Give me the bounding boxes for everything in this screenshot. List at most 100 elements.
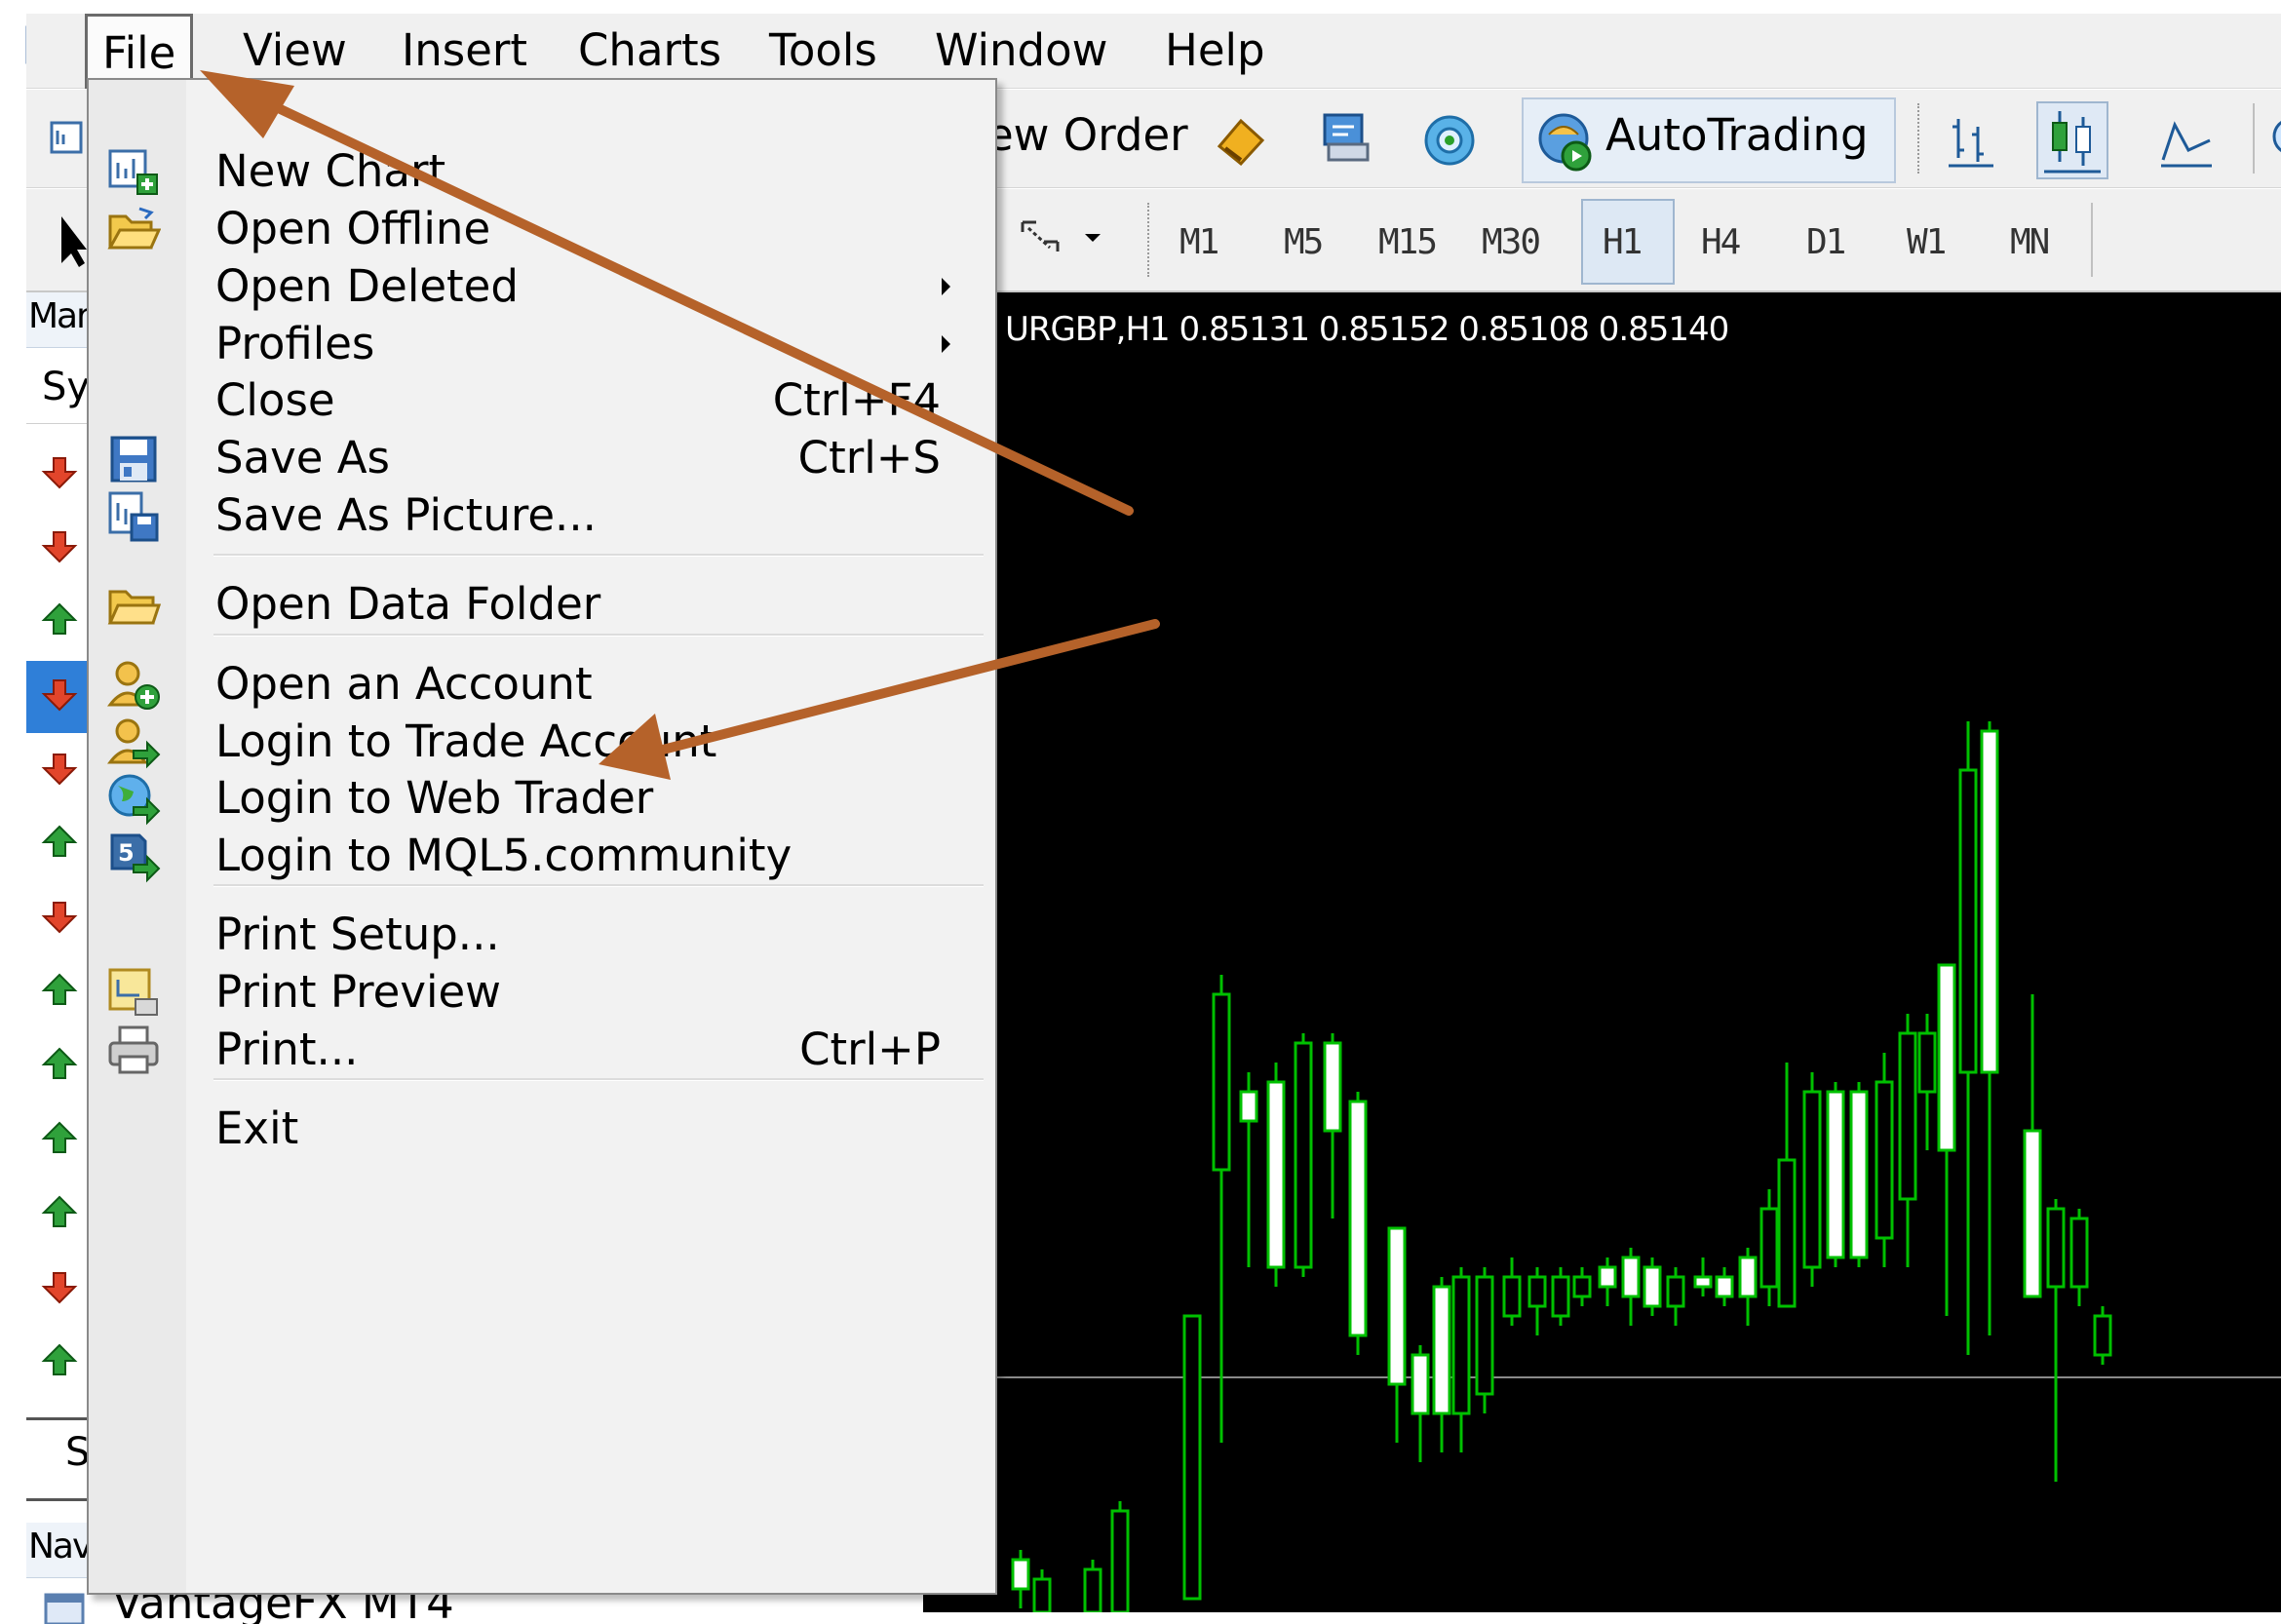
candle-body — [1777, 1158, 1797, 1308]
candle-body — [1551, 1275, 1570, 1318]
menu-item-label: Save As Picture... — [215, 489, 597, 541]
candle-body — [1898, 1031, 1917, 1201]
candle-body — [1598, 1265, 1617, 1289]
arrow-up-icon — [41, 1047, 78, 1079]
autotrading-label: AutoTrading — [1605, 109, 1869, 161]
file-menu-dropdown: New Chart Open Offline Open Deleted Prof… — [87, 78, 997, 1595]
autotrading-button[interactable]: AutoTrading — [1522, 97, 1896, 183]
arrow-up-icon — [41, 1195, 78, 1227]
arrow-down-icon — [41, 531, 78, 563]
candle-body — [2046, 1207, 2066, 1289]
candle-body — [1693, 1275, 1713, 1289]
candle-body — [1849, 1090, 1869, 1259]
submenu-arrow-icon — [942, 278, 950, 295]
arrow-down-icon — [41, 754, 78, 786]
timeframe-w1[interactable]: W1 — [1907, 222, 1947, 262]
arrow-up-icon — [41, 825, 78, 857]
candlestick-chart-icon[interactable] — [2036, 101, 2108, 179]
printer-icon — [108, 1025, 159, 1074]
folder-icon — [107, 590, 161, 625]
candle-body — [1572, 1275, 1592, 1298]
menu-separator — [213, 884, 984, 887]
candle-body — [1212, 992, 1231, 1172]
candle-body — [1451, 1275, 1471, 1415]
candle-body — [1643, 1265, 1662, 1308]
navigator-title-label: Nav — [28, 1527, 93, 1566]
signals-icon[interactable] — [1420, 111, 1479, 170]
cursor-icon[interactable] — [54, 211, 87, 271]
candle-body — [2023, 1129, 2042, 1298]
timeframe-m5[interactable]: M5 — [1284, 222, 1324, 262]
timeframe-h1: H1 — [1603, 222, 1643, 262]
menu-tools[interactable]: Tools — [769, 14, 877, 88]
candle-body — [1110, 1509, 1130, 1612]
metaeditor-icon[interactable] — [1212, 111, 1270, 170]
bar-chart-icon[interactable] — [1945, 111, 1997, 170]
candle-body — [1715, 1275, 1734, 1298]
arrow-up-icon — [41, 973, 78, 1005]
menu-separator — [213, 554, 984, 557]
arrow-down-icon — [41, 679, 78, 712]
timeframe-h4[interactable]: H4 — [1701, 222, 1741, 262]
zoom-in-icon[interactable] — [2268, 115, 2281, 164]
objects-dropdown-icon[interactable] — [1015, 213, 1073, 261]
arrow-up-icon — [41, 1343, 78, 1375]
arrow-down-icon — [41, 1272, 78, 1304]
menu-item-save-as-picture[interactable]: Save As Picture... — [89, 474, 995, 558]
candle-body — [1802, 1090, 1822, 1269]
candle-body — [1266, 1080, 1286, 1269]
market-watch-title-label: Mar — [28, 296, 91, 336]
terminal-icon — [44, 1593, 85, 1624]
candle-body — [1826, 1090, 1845, 1259]
candle-body — [1527, 1275, 1547, 1308]
symbol-header-label: Sy — [42, 365, 91, 409]
candle-body — [1502, 1275, 1522, 1318]
menu-charts[interactable]: Charts — [578, 14, 721, 88]
submenu-arrow-icon — [942, 335, 950, 353]
candle-body — [1182, 1314, 1202, 1601]
candle-body — [1432, 1285, 1451, 1415]
menu-help[interactable]: Help — [1165, 14, 1265, 88]
menu-item-label: Exit — [215, 1102, 299, 1154]
candle-body — [1387, 1226, 1407, 1386]
autotrading-icon — [1538, 113, 1592, 172]
line-chart-icon[interactable] — [2157, 111, 2216, 170]
timeframe-h1-active[interactable]: H1 — [1581, 199, 1675, 285]
candle-body — [1875, 1080, 1894, 1240]
arrow-down-icon — [41, 902, 78, 934]
navigator-toolbar-icon[interactable] — [1315, 109, 1375, 170]
candle-body — [1323, 1041, 1342, 1133]
candle-body — [2093, 1314, 2112, 1357]
candle-body — [1348, 1100, 1368, 1337]
candle-body — [1980, 729, 1999, 1074]
candle-body — [1239, 1090, 1258, 1123]
candle-body — [1958, 768, 1978, 1074]
timeframe-d1[interactable]: D1 — [1806, 222, 1846, 262]
arrow-up-icon — [41, 602, 78, 635]
chevron-down-icon[interactable] — [1085, 234, 1101, 242]
candle-body — [1032, 1577, 1052, 1612]
timeframe-mn[interactable]: MN — [2010, 222, 2050, 262]
mql5-icon: 5 — [110, 833, 161, 883]
menu-insert[interactable]: Insert — [402, 14, 527, 88]
menu-item-exit[interactable]: Exit — [89, 1087, 995, 1171]
new-order-button[interactable]: ew Order — [986, 109, 1188, 161]
menu-view[interactable]: View — [243, 14, 347, 88]
candle-body — [1917, 1031, 1937, 1094]
candle-body — [1011, 1558, 1030, 1591]
save-picture-icon — [108, 491, 159, 542]
menu-window[interactable]: Window — [935, 14, 1107, 88]
timeframe-m15[interactable]: M15 — [1378, 222, 1438, 262]
price-chart[interactable]: URGBP,H1 0.85131 0.85152 0.85108 0.85140 — [923, 292, 2281, 1612]
menu-separator — [213, 1078, 984, 1081]
candle-body — [1475, 1275, 1494, 1396]
candle-body — [1759, 1207, 1779, 1289]
svg-text:5: 5 — [118, 839, 135, 867]
candle-body — [1621, 1256, 1641, 1298]
candle-body — [1083, 1567, 1102, 1612]
candle-body — [1937, 963, 1956, 1152]
timeframe-m30[interactable]: M30 — [1482, 222, 1541, 262]
candle-body — [1411, 1353, 1430, 1415]
arrow-up-icon — [41, 1121, 78, 1153]
timeframe-m1[interactable]: M1 — [1179, 222, 1219, 262]
